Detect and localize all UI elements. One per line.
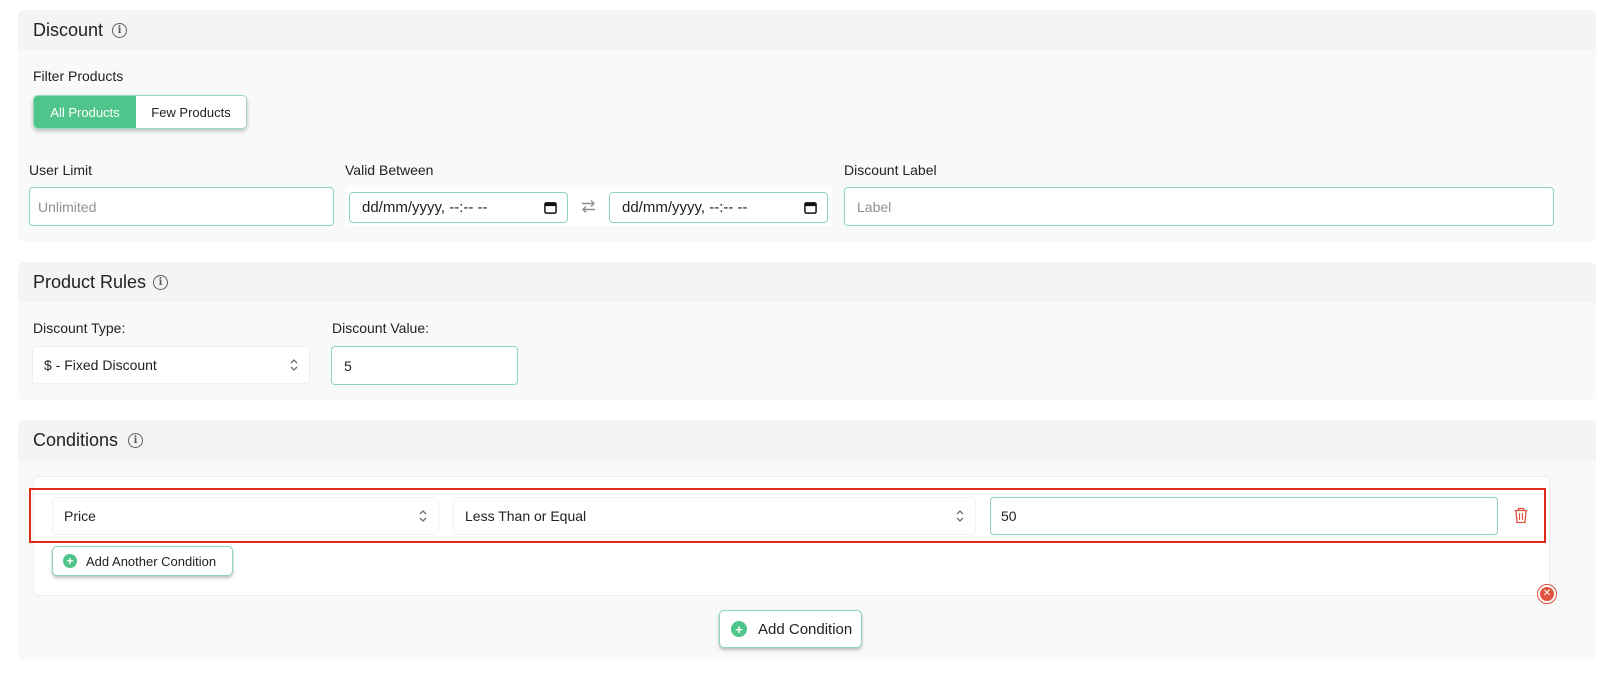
discount-label-input[interactable]: Label — [844, 187, 1554, 226]
discount-value-label: Discount Value: — [332, 320, 430, 336]
discount-label-label: Discount Label — [844, 162, 937, 178]
date-start-text: dd/mm/yyyy, --:-- -- — [362, 199, 488, 216]
conditions-title: Conditions — [33, 430, 119, 450]
condition-value-text: 50 — [1001, 508, 1017, 524]
product-rules-header — [18, 262, 1596, 302]
chevron-updown-icon — [956, 510, 964, 522]
chevron-updown-icon — [290, 359, 298, 371]
discount-type-label: Discount Type: — [33, 320, 126, 336]
discount-label-placeholder: Label — [857, 198, 892, 215]
condition-field-value: Price — [64, 508, 96, 524]
date-end-input[interactable]: dd/mm/yyyy, --:-- -- — [609, 192, 828, 223]
calendar-icon[interactable] — [544, 201, 557, 214]
user-limit-label: User Limit — [29, 162, 93, 178]
info-icon[interactable]: i — [153, 275, 168, 290]
chevron-updown-icon — [419, 510, 427, 522]
info-icon[interactable]: i — [112, 23, 127, 38]
add-condition-button[interactable]: + Add Condition — [719, 610, 862, 648]
user-limit-input[interactable]: Unlimited — [29, 187, 334, 226]
discount-section-header — [18, 10, 1596, 50]
user-limit-placeholder: Unlimited — [38, 198, 97, 215]
swap-arrows-icon[interactable] — [580, 199, 597, 214]
few-products-button[interactable]: Few Products — [136, 96, 246, 128]
product-rules-title: Product Rules — [33, 272, 147, 292]
discount-type-select[interactable]: $ - Fixed Discount — [32, 346, 310, 384]
close-circle-icon[interactable]: ✕ — [1537, 584, 1557, 604]
conditions-header — [18, 420, 1596, 460]
condition-value-input[interactable]: 50 — [990, 497, 1498, 535]
date-end-text: dd/mm/yyyy, --:-- -- — [622, 199, 748, 216]
info-icon[interactable]: i — [128, 433, 143, 448]
discount-value-input[interactable]: 5 — [331, 346, 518, 385]
condition-operator-value: Less Than or Equal — [465, 508, 587, 524]
filter-products-label: Filter Products — [33, 68, 124, 84]
condition-operator-select[interactable]: Less Than or Equal — [453, 497, 976, 535]
discount-type-value: $ - Fixed Discount — [44, 357, 157, 373]
plus-circle-icon: + — [731, 621, 747, 637]
date-start-input[interactable]: dd/mm/yyyy, --:-- -- — [349, 192, 568, 223]
add-another-condition-label: Add Another Condition — [86, 553, 217, 569]
plus-circle-icon: + — [63, 554, 77, 568]
valid-between-label: Valid Between — [345, 162, 434, 178]
condition-field-select[interactable]: Price — [52, 497, 439, 535]
trash-icon[interactable] — [1513, 507, 1529, 524]
add-another-condition-button[interactable]: + Add Another Condition — [52, 546, 233, 576]
calendar-icon[interactable] — [804, 201, 817, 214]
all-products-button[interactable]: All Products — [34, 96, 136, 128]
filter-products-toggle: All Products Few Products — [33, 95, 247, 129]
discount-value-text: 5 — [344, 357, 352, 374]
discount-title: Discount — [33, 20, 104, 40]
add-condition-label: Add Condition — [758, 620, 853, 638]
